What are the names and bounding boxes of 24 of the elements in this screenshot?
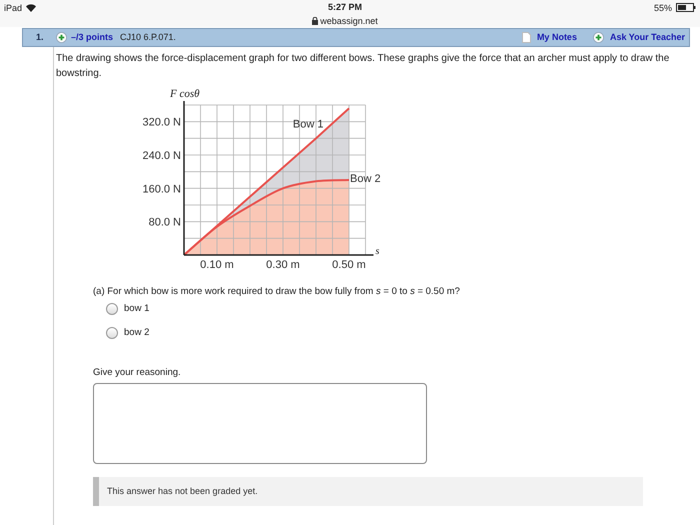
grade-note: This answer has not been graded yet.: [107, 484, 258, 498]
y-tick-label: 240.0 N: [142, 150, 181, 162]
x-tick-label: 0.50 m: [332, 259, 366, 271]
option-label: bow 2: [124, 326, 150, 340]
series-label: Bow 2: [350, 173, 381, 185]
y-tick-label: 160.0 N: [142, 183, 181, 196]
problem-code: CJ10 6.P.071.: [120, 30, 176, 44]
clock: 5:27 PM: [328, 1, 362, 14]
battery-percent: 55%: [654, 2, 672, 15]
series-label: Bow 1: [292, 118, 324, 131]
y-tick-label: 80.0 N: [148, 216, 181, 229]
option-label: bow 1: [124, 302, 150, 316]
question-text: The drawing shows the force-displacement graph for two different bows. These graphs give the force that an archer must apply to draw the bowstring.: [56, 52, 670, 81]
x-tick-label: 0.10 m: [200, 259, 234, 271]
y-tick-label: 320.0 N: [142, 116, 181, 129]
x-axis-label: s: [376, 246, 380, 257]
question-prompt: (a) For which bow is more work required to draw the bow fully from s = 0 to s = 0.50 m?: [93, 285, 461, 299]
device-name: iPad: [4, 2, 22, 15]
page-url: webassign.net: [320, 14, 378, 28]
question-number: 1.: [35, 30, 45, 44]
x-tick-label: 0.30 m: [266, 259, 300, 271]
y-axis-label: F cosθ: [170, 88, 200, 100]
reasoning-label: Give your reasoning.: [93, 366, 182, 380]
points: –/3 points: [71, 30, 114, 44]
